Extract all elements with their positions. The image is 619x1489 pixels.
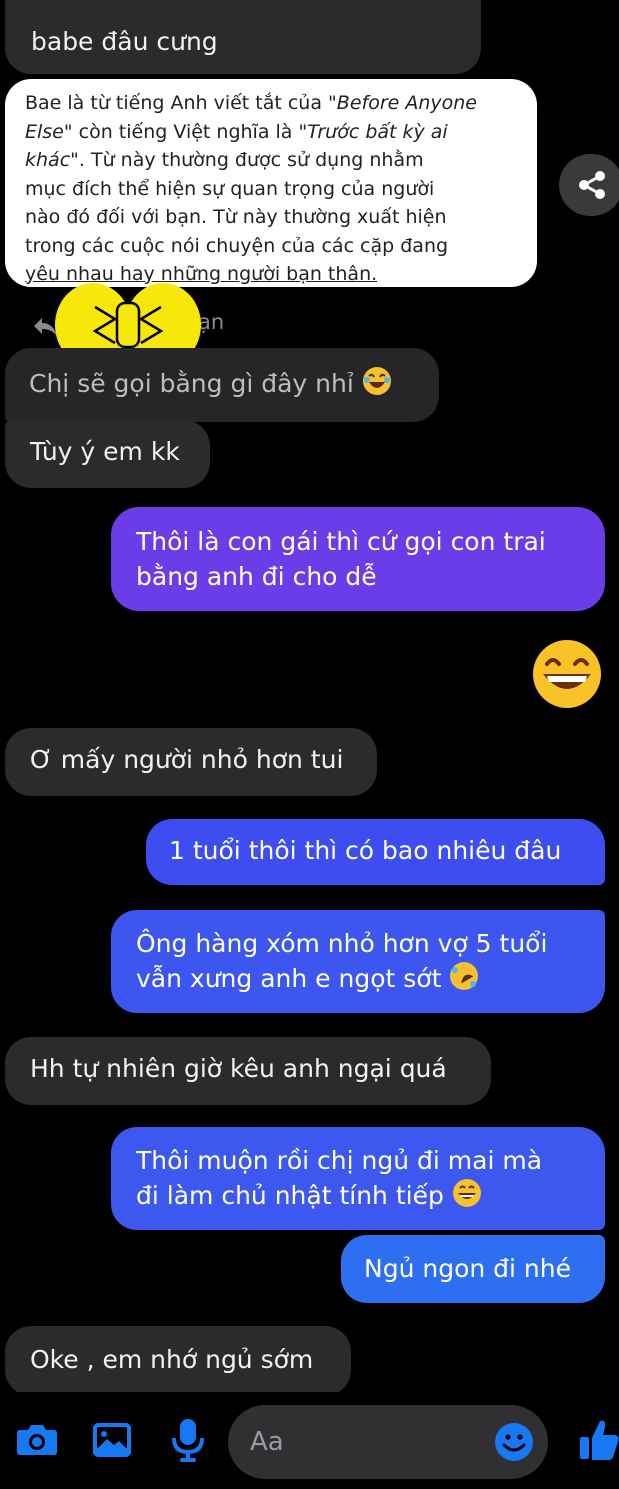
message-bubble-incoming[interactable]: Chị sẽ gọi bằng gì đây nhỉ	[5, 348, 439, 422]
definition-line: khác". Từ này thường được sử dụng nhằm	[25, 149, 424, 171]
emoji-icon[interactable]	[494, 1422, 534, 1462]
grinning-emoji-icon	[452, 1179, 481, 1207]
message-input-placeholder: Aa	[250, 1427, 284, 1457]
message-text: Chị sẽ gọi bằng gì đây nhỉ	[29, 369, 354, 398]
message-bubble-incoming[interactable]: Tùy ý em kk	[5, 420, 210, 488]
image-icon[interactable]	[92, 1422, 132, 1458]
message-bubble-outgoing[interactable]: Thôi muộn rồi chị ngủ đi mai mà đi làm c…	[111, 1127, 605, 1230]
definition-line: Bae là từ tiếng Anh viết tắt của "Before…	[25, 92, 477, 114]
message-bubble-incoming[interactable]: babe đâu cưng	[5, 0, 481, 74]
message-text: Ngủ ngon đi nhé	[364, 1254, 571, 1283]
message-text: Tùy ý em kk	[30, 437, 180, 466]
message-text: 1 tuổi thôi thì có bao nhiêu đâu	[169, 836, 562, 865]
message-text: Oke , em nhớ ngủ sớm	[30, 1345, 314, 1374]
rolling-laughing-emoji-icon	[450, 962, 479, 990]
message-bubble-incoming[interactable]: Ơ mấy người nhỏ hơn tui	[5, 728, 377, 796]
message-text: đi làm chủ nhật tính tiếp	[136, 1181, 444, 1210]
message-text: vẫn xưng anh e ngọt sớt	[136, 964, 442, 993]
definition-line: mục đích thể hiện sự quan trọng của ngườ…	[25, 177, 435, 200]
message-bubble-incoming[interactable]: Oke , em nhớ ngủ sớm	[5, 1326, 351, 1396]
camera-icon[interactable]	[16, 1422, 58, 1456]
thumbs-up-icon[interactable]	[578, 1417, 619, 1461]
message-text: Ơ mấy người nhỏ hơn tui	[30, 745, 344, 774]
message-bubble-outgoing[interactable]: Ông hàng xóm nhỏ hơn vợ 5 tuổi vẫn xưng …	[111, 910, 605, 1013]
definition-line: nào đó đối với bạn. Từ này thường xuất h…	[25, 206, 447, 228]
message-text: Ông hàng xóm nhỏ hơn vợ 5 tuổi	[136, 929, 548, 958]
definition-line: Else" còn tiếng Việt nghĩa là "Trước bất…	[25, 120, 448, 143]
message-text: bằng anh đi cho dễ	[136, 562, 377, 591]
message-bubble-outgoing[interactable]: 1 tuổi thôi thì có bao nhiêu đâu	[146, 819, 605, 885]
definition-card[interactable]: Bae là từ tiếng Anh viết tắt của "Before…	[5, 79, 537, 287]
message-text: Thôi muộn rồi chị ngủ đi mai mà	[136, 1146, 543, 1175]
grinning-emoji-icon[interactable]	[531, 638, 603, 710]
message-bubble-outgoing[interactable]: Ngủ ngon đi nhé	[341, 1235, 605, 1303]
message-bubble-outgoing[interactable]: Thôi là con gái thì cứ gọi con trai bằng…	[111, 507, 605, 611]
reply-label: ạn	[198, 310, 225, 334]
message-bubble-incoming[interactable]: Hh tự nhiên giờ kêu anh ngại quá	[5, 1037, 491, 1105]
message-text: Thôi là con gái thì cứ gọi con trai	[136, 527, 546, 556]
message-text: babe đâu cưng	[31, 27, 218, 56]
message-text: Hh tự nhiên giờ kêu anh ngại quá	[30, 1054, 447, 1083]
laughing-tears-emoji-icon	[362, 367, 391, 395]
definition-line: trong các cuộc nói chuyện của các cặp đa…	[25, 234, 449, 257]
microphone-icon[interactable]	[171, 1418, 205, 1462]
share-button[interactable]	[559, 154, 619, 216]
share-icon	[579, 171, 605, 199]
